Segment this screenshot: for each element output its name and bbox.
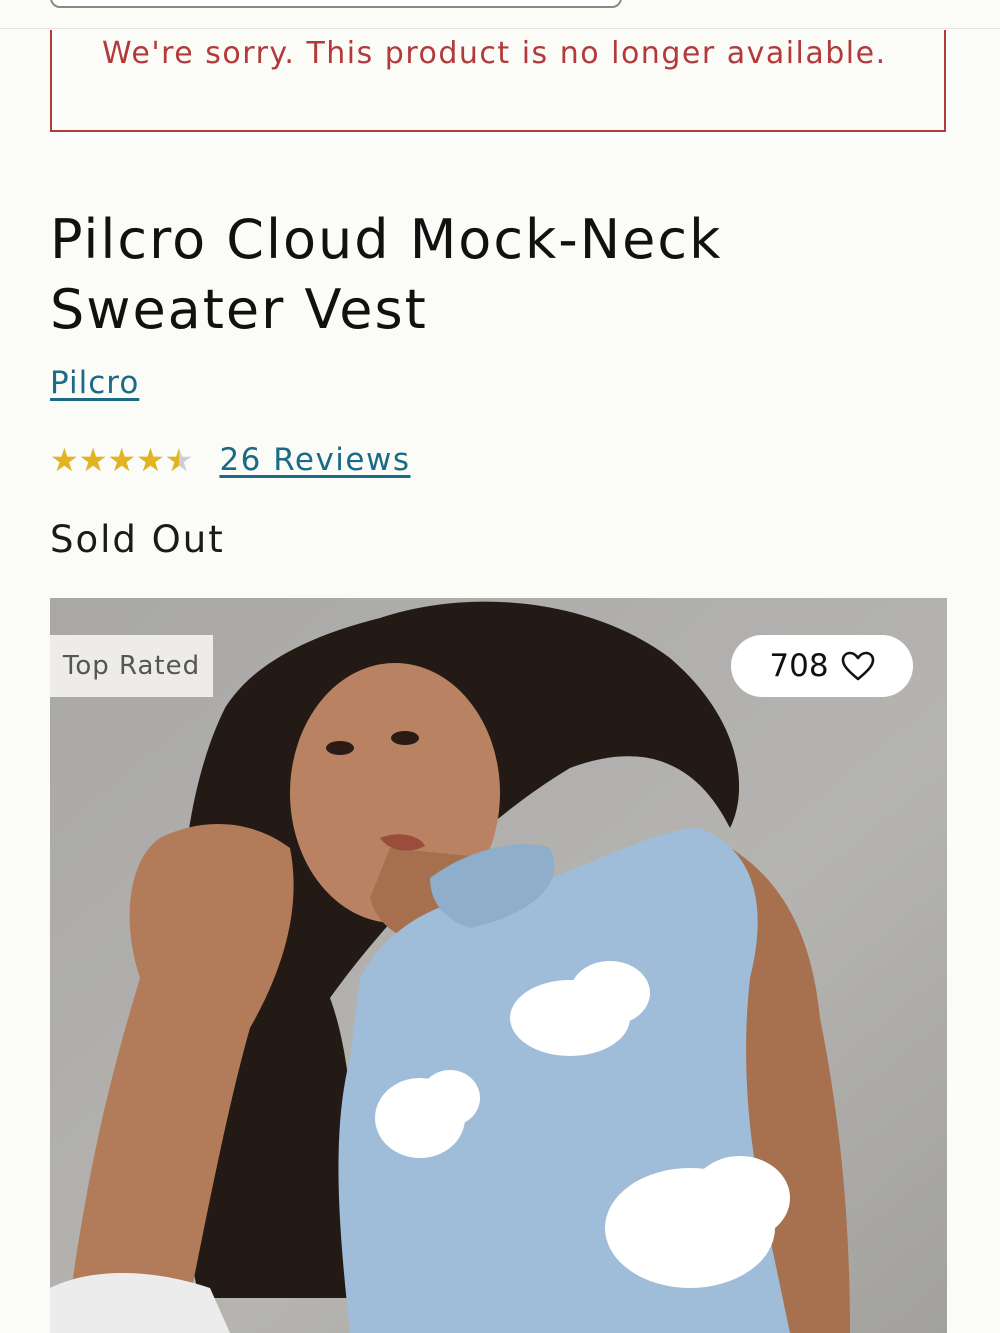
brand-link[interactable]: Pilcro <box>50 365 139 401</box>
favorite-button[interactable]: 708 <box>731 635 913 697</box>
top-bar <box>0 0 1000 29</box>
heart-outline-icon <box>841 651 875 681</box>
search-input[interactable] <box>50 0 622 8</box>
stock-status: Sold Out <box>50 518 225 561</box>
reviews-link[interactable]: 26 Reviews <box>219 442 410 478</box>
product-photo <box>50 598 947 1333</box>
product-title: Pilcro Cloud Mock-Neck Sweater Vest <box>50 208 723 341</box>
rating-row: ★★★★★ ★★★★★ 26 Reviews <box>50 438 411 482</box>
product-image[interactable]: Top Rated 708 <box>50 598 947 1333</box>
top-rated-badge: Top Rated <box>50 635 213 697</box>
product-page: We're sorry. This product is no longer a… <box>0 0 1000 1333</box>
star-rating: ★★★★★ ★★★★★ <box>50 444 193 476</box>
star-rating-fill: ★★★★★ <box>50 444 180 476</box>
alert-message: We're sorry. This product is no longer a… <box>102 36 887 71</box>
unavailable-alert: We're sorry. This product is no longer a… <box>50 30 946 132</box>
favorites-count: 708 <box>769 648 829 684</box>
